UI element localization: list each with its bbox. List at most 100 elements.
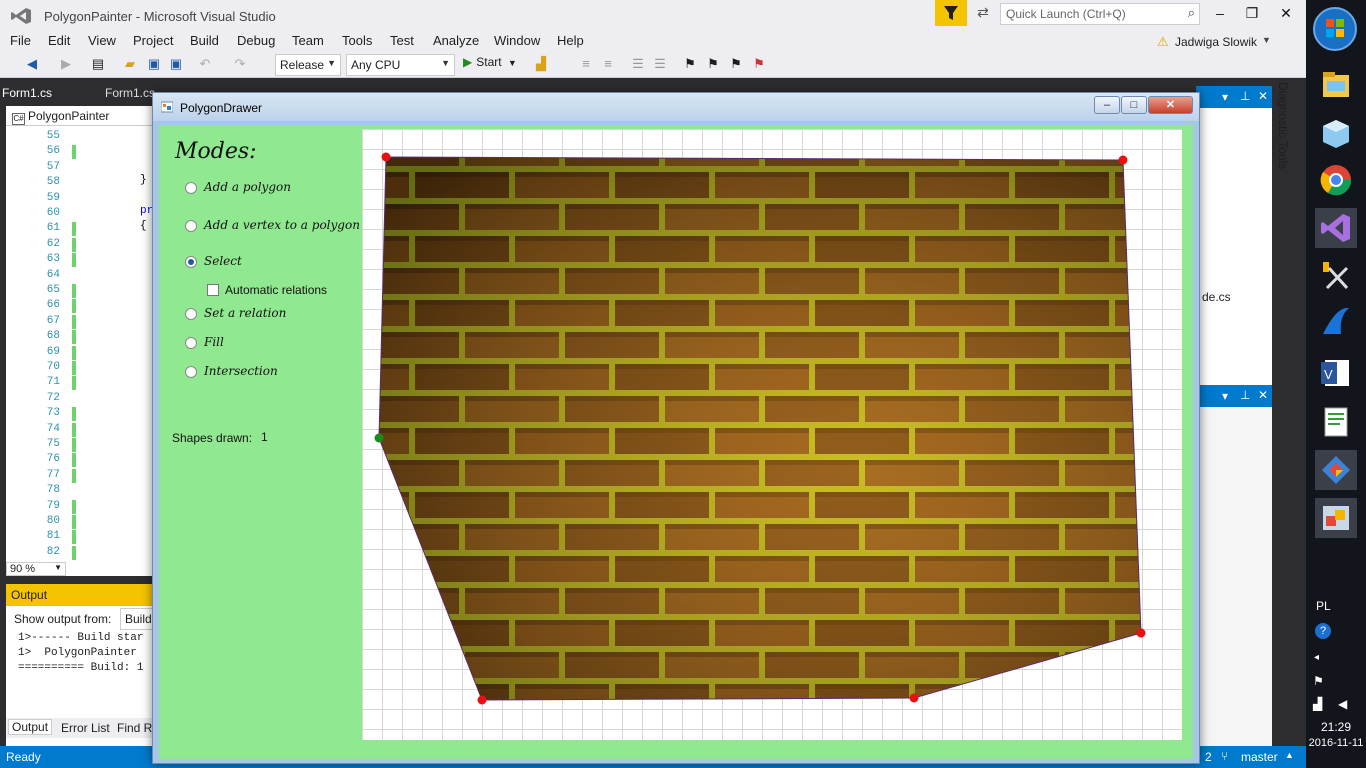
zoom-select[interactable]: 90 % ▼ <box>6 562 66 576</box>
editor-navigation-bar[interactable]: C# PolygonPainter <box>6 106 156 126</box>
checkbox[interactable] <box>207 284 219 296</box>
git-icon[interactable] <box>1315 450 1357 490</box>
network-icon[interactable]: ▟ <box>1313 697 1322 711</box>
close-button[interactable]: ✕ <box>1148 96 1193 114</box>
open-folder-icon[interactable]: ▰ <box>122 56 138 72</box>
tab-form1-code[interactable]: Form1.cs <box>105 86 155 100</box>
indent-icon[interactable]: ☰ <box>652 56 668 72</box>
git-branch[interactable]: master <box>1241 750 1278 764</box>
menu-team[interactable]: Team <box>292 33 324 48</box>
new-project-icon[interactable]: ▤ <box>90 56 106 72</box>
menu-edit[interactable]: Edit <box>48 33 70 48</box>
uncomment-icon[interactable]: ≡ <box>600 56 616 72</box>
save-icon[interactable]: ▣ <box>146 56 162 72</box>
close-icon[interactable]: ✕ <box>1258 89 1268 103</box>
polygon-vertex[interactable] <box>1136 628 1146 638</box>
visual-studio-icon[interactable] <box>1315 208 1357 248</box>
menu-analyze[interactable]: Analyze <box>433 33 479 48</box>
save-all-icon[interactable]: ▣ <box>168 56 184 72</box>
keyboard-language[interactable]: PL <box>1316 599 1331 613</box>
menu-debug[interactable]: Debug <box>237 33 275 48</box>
menu-tools[interactable]: Tools <box>342 33 372 48</box>
radio-button[interactable] <box>185 256 197 268</box>
solution-file-item[interactable]: de.cs <box>1202 290 1231 304</box>
find-icon[interactable]: ▟ <box>533 56 549 72</box>
pin-icon[interactable]: ⊥ <box>1240 388 1250 402</box>
properties-panel[interactable] <box>1196 407 1272 747</box>
menu-project[interactable]: Project <box>133 33 173 48</box>
platform-select[interactable]: Any CPU ▼ <box>346 54 455 76</box>
radio-button[interactable] <box>185 366 197 378</box>
configuration-select[interactable]: Release ▼ <box>275 54 341 76</box>
maximize-button[interactable]: □ <box>1121 96 1147 114</box>
user-name[interactable]: Jadwiga Slowik <box>1175 35 1257 49</box>
polygon-vertex[interactable] <box>909 693 919 703</box>
notification-icon[interactable]: ⇄ <box>972 4 994 24</box>
tab-error-list[interactable]: Error List <box>61 721 110 735</box>
code-editor[interactable]: C# PolygonPainter 55 56 57 58 59 60 61 62 63 64 65 6… <box>6 106 156 576</box>
menu-build[interactable]: Build <box>190 33 219 48</box>
help-icon[interactable]: ? <box>1315 623 1331 639</box>
drawing-canvas[interactable] <box>362 129 1182 740</box>
clear-bookmarks-icon[interactable]: ⚑ <box>751 56 767 72</box>
close-icon[interactable]: ✕ <box>1258 388 1268 402</box>
next-bookmark-icon[interactable]: ⚑ <box>728 56 744 72</box>
radio-button[interactable] <box>185 220 197 232</box>
polygon-vertex[interactable] <box>1118 155 1128 165</box>
outdent-icon[interactable]: ☰ <box>630 56 646 72</box>
close-button[interactable]: ✕ <box>1272 5 1300 25</box>
show-hidden-icons-icon[interactable]: ◂ <box>1314 652 1319 663</box>
menu-help[interactable]: Help <box>557 33 584 48</box>
menu-test[interactable]: Test <box>390 33 414 48</box>
clock-date[interactable]: 2016-11-11 <box>1306 737 1366 749</box>
radio-button[interactable] <box>185 308 197 320</box>
pending-changes-count[interactable]: 2 <box>1205 750 1212 764</box>
tools-icon[interactable] <box>1315 256 1357 296</box>
search-icon[interactable]: ⌕ <box>1188 5 1195 21</box>
remote-desktop-icon[interactable] <box>1315 498 1357 538</box>
diagnostic-tools-tab[interactable]: Diagnostic Tools <box>1276 82 1296 182</box>
selected-polygon-vertex[interactable] <box>374 433 384 443</box>
chevron-down-icon[interactable]: ▼ <box>1262 35 1271 45</box>
clock-time[interactable]: 21:29 <box>1306 720 1366 734</box>
radio-button[interactable] <box>185 337 197 349</box>
shark-fin-icon[interactable] <box>1315 302 1357 342</box>
pin-icon[interactable]: ⊥ <box>1240 89 1250 103</box>
dropdown-icon[interactable]: ▾ <box>1222 90 1228 104</box>
explorer-icon[interactable] <box>1315 66 1357 106</box>
radio-button[interactable] <box>185 182 197 194</box>
comment-icon[interactable]: ≡ <box>578 56 594 72</box>
feedback-filter-icon[interactable] <box>935 0 967 26</box>
back-icon[interactable]: ◀ <box>24 56 40 72</box>
chevron-up-icon[interactable]: ▲ <box>1285 750 1294 760</box>
start-button[interactable] <box>1313 7 1357 51</box>
form-titlebar[interactable]: PolygonDrawer – □ ✕ <box>153 93 1199 121</box>
tab-find-results[interactable]: Find R <box>117 721 152 735</box>
word-icon[interactable]: V <box>1315 352 1357 392</box>
solution-explorer-panel[interactable] <box>1196 86 1272 386</box>
menu-view[interactable]: View <box>88 33 116 48</box>
notepad-icon[interactable] <box>1315 402 1357 442</box>
undo-icon[interactable]: ↶ <box>197 56 213 72</box>
minimize-button[interactable]: – <box>1094 96 1120 114</box>
quick-launch-input[interactable]: Quick Launch (Ctrl+Q) ⌕ <box>1000 3 1200 25</box>
redo-icon[interactable]: ↷ <box>232 56 248 72</box>
tab-output[interactable]: Output <box>8 719 53 735</box>
polygon-drawing[interactable] <box>362 129 1182 740</box>
minimize-button[interactable]: – <box>1206 5 1234 25</box>
dropdown-icon[interactable]: ▾ <box>1222 389 1228 403</box>
prev-bookmark-icon[interactable]: ⚑ <box>705 56 721 72</box>
restore-button[interactable]: ❐ <box>1238 5 1266 25</box>
polygon-vertex[interactable] <box>381 152 391 162</box>
bookmark-icon[interactable]: ⚑ <box>682 56 698 72</box>
chrome-icon[interactable] <box>1315 160 1357 200</box>
volume-icon[interactable]: ◀ <box>1338 697 1347 711</box>
action-center-icon[interactable]: ⚑ <box>1313 674 1324 688</box>
start-button[interactable]: ▶ Start ▼ <box>463 55 517 69</box>
menu-window[interactable]: Window <box>494 33 540 48</box>
tab-form1-designer[interactable]: Form1.cs <box>2 86 52 100</box>
3d-box-icon[interactable] <box>1315 114 1357 154</box>
forward-icon[interactable]: ▶ <box>58 56 74 72</box>
menu-file[interactable]: File <box>10 33 31 48</box>
polygon-vertex[interactable] <box>477 695 487 705</box>
